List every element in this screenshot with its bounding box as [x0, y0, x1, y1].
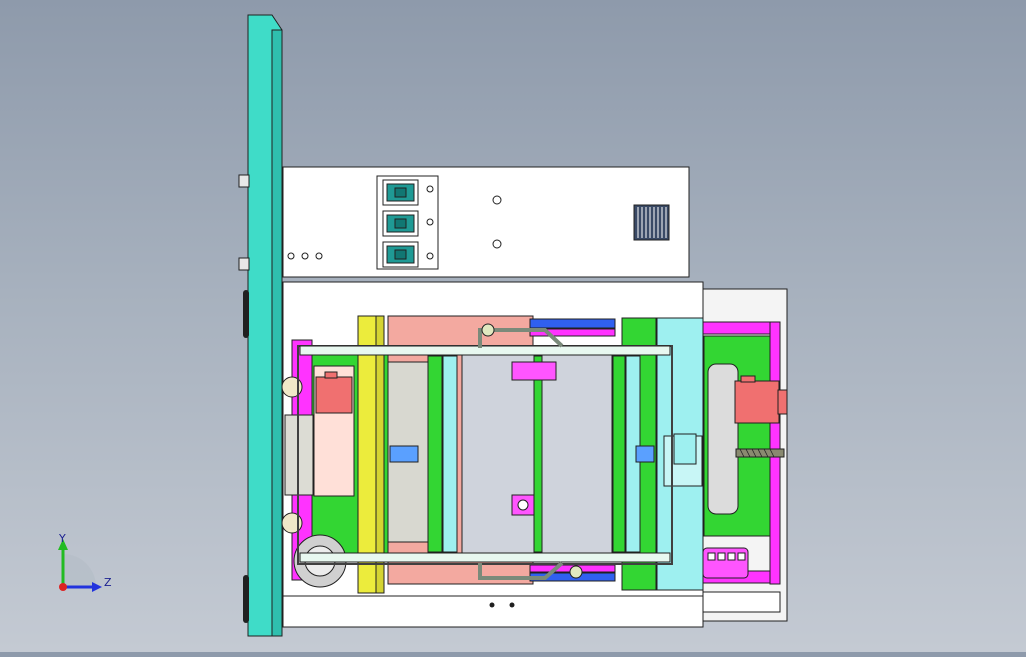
top-magenta-clamp — [511, 361, 557, 381]
inner-right-rail — [612, 355, 626, 553]
blue-bar-top — [529, 318, 616, 329]
inner-left-rail-2 — [442, 355, 458, 553]
coupling-right — [635, 445, 655, 463]
panel-screw — [426, 252, 434, 260]
rear-inner-window — [707, 363, 739, 515]
center-vertical-rod — [533, 355, 543, 553]
z-axis-label: Z — [104, 576, 112, 589]
assembly-model[interactable] — [0, 0, 1026, 652]
indicator-lamp — [301, 252, 309, 260]
panel-screw — [426, 218, 434, 226]
indicator-lamp — [315, 252, 323, 260]
rocker-switch-icon[interactable] — [382, 241, 419, 268]
yellow-rail-inner — [375, 315, 385, 594]
indicator-lamp — [287, 252, 295, 260]
chain-link — [717, 552, 726, 561]
rocker-switch-icon[interactable] — [382, 210, 419, 237]
front-panel-edge — [271, 29, 283, 637]
rear-magenta-rail-top — [699, 321, 781, 335]
triad-arc — [63, 554, 96, 587]
panel-knob[interactable] — [238, 174, 250, 188]
coordinate-triad: Y Z — [58, 532, 112, 592]
panel-knob[interactable] — [238, 257, 250, 271]
inner-left-rail — [427, 355, 443, 553]
clamp-bolt — [517, 499, 529, 511]
chain-link — [737, 552, 746, 561]
bottom-screw — [509, 602, 515, 608]
fitting — [569, 565, 583, 579]
chain-link — [707, 552, 716, 561]
cabinet-hole — [492, 195, 502, 205]
origin-dot — [59, 583, 67, 591]
z-axis-arrow — [92, 582, 102, 592]
cad-viewport[interactable]: Y Z — [0, 0, 1026, 652]
rocker-switch-icon[interactable] — [382, 179, 419, 206]
chamber-top-rail — [299, 345, 671, 356]
chamber-bottom-rail — [299, 552, 671, 563]
panel-screw — [426, 185, 434, 193]
bracket-right — [673, 433, 697, 465]
cabinet-hole — [492, 239, 502, 249]
yellow-rail-left — [357, 315, 379, 594]
panel-foot — [243, 575, 249, 623]
servo-motor-icon — [734, 375, 788, 424]
rear-white-strip — [699, 591, 781, 613]
bottom-screw — [489, 602, 495, 608]
vent-grille-icon — [633, 204, 670, 241]
chain-link — [727, 552, 736, 561]
control-cabinet — [282, 166, 690, 278]
coupling-left — [389, 445, 419, 463]
servo-motor-icon — [315, 371, 353, 414]
y-axis-label: Y — [58, 532, 66, 545]
panel-foot — [243, 290, 249, 338]
bottom-plate — [282, 595, 704, 628]
fitting — [481, 323, 495, 337]
